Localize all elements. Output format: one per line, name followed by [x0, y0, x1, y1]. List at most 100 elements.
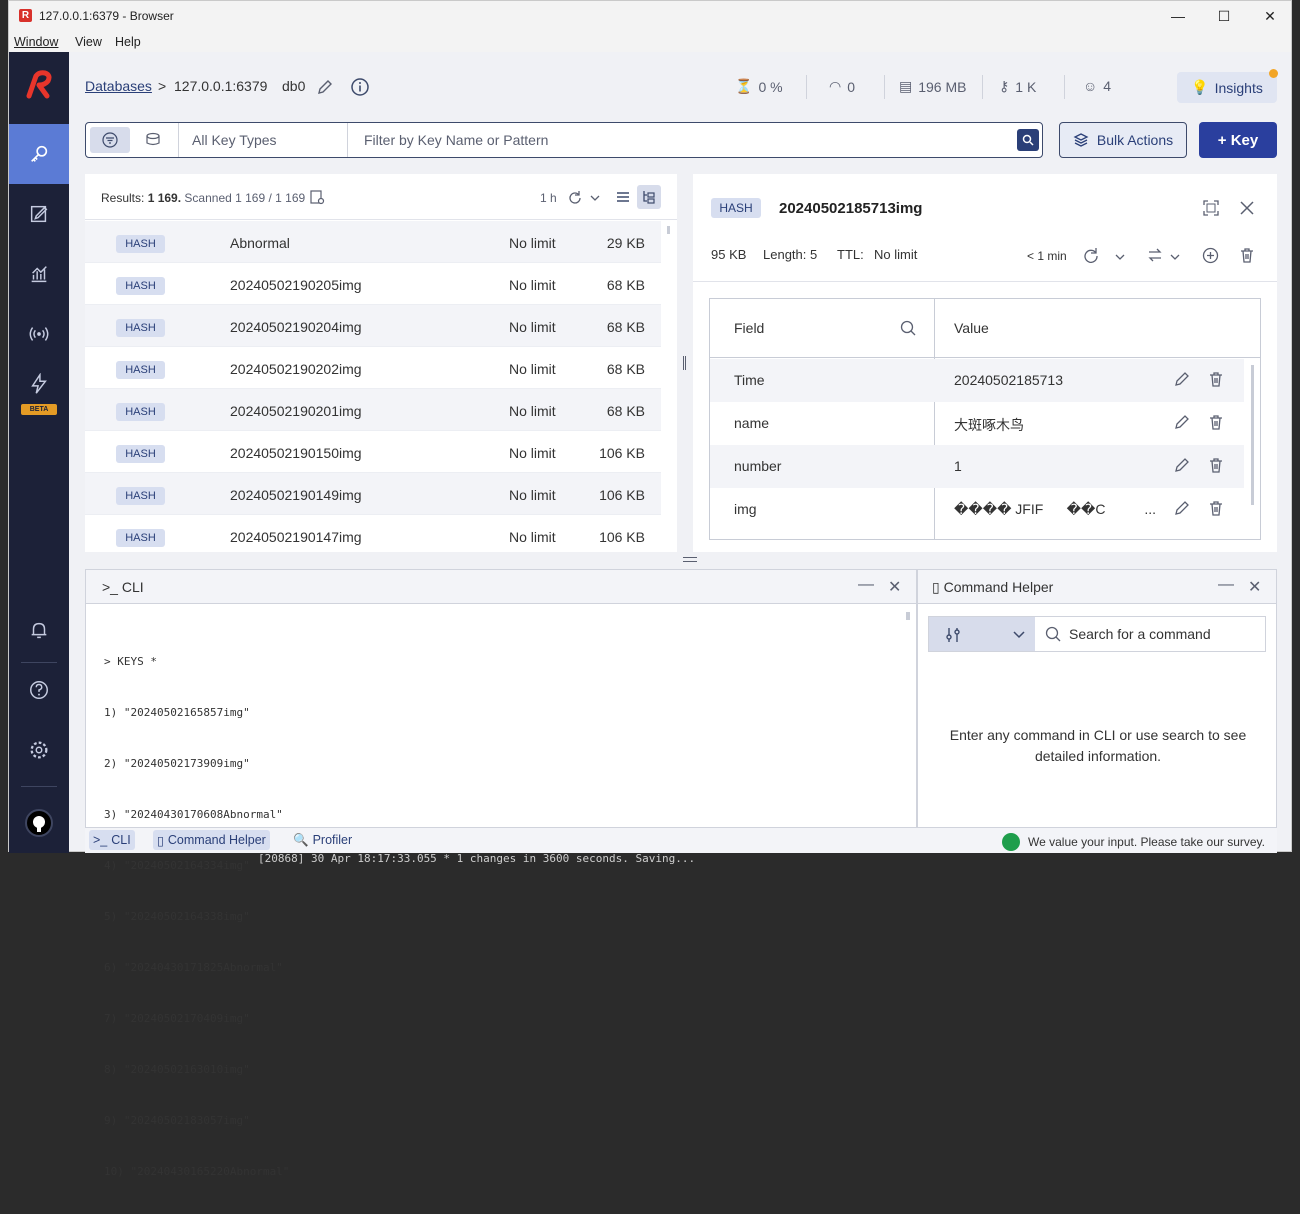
tree-view-button[interactable]	[637, 185, 661, 209]
cli-line: 10) "20240430165220Abnormal"	[104, 1165, 290, 1178]
close-panel-button[interactable]: ✕	[1248, 577, 1261, 597]
type-badge: HASH	[711, 198, 761, 218]
key-ttl: No limit	[509, 235, 556, 251]
redis-logo-icon[interactable]	[23, 70, 55, 100]
trash-icon[interactable]	[1208, 500, 1224, 516]
command-search-input[interactable]	[1069, 623, 1259, 645]
table-row[interactable]: HASH 20240502190150img No limit 106 KB	[85, 431, 661, 473]
detail-length: Length: 5	[763, 247, 818, 262]
panel-resize-handle[interactable]	[683, 356, 686, 370]
table-row[interactable]: HASH Abnormal No limit 29 KB	[85, 221, 661, 263]
bottom-tab-command-helper[interactable]: ▯ Command Helper	[153, 830, 270, 850]
key-size: 68 KB	[606, 319, 645, 335]
table-row[interactable]: HASH 20240502190205img No limit 68 KB	[85, 263, 661, 305]
close-panel-button[interactable]: ✕	[888, 577, 901, 597]
panel-resize-handle-horizontal[interactable]	[683, 557, 697, 562]
terminal-icon: >_	[102, 579, 122, 595]
type-badge: HASH	[116, 445, 165, 463]
book-icon: ▯	[932, 579, 944, 595]
key-size: 106 KB	[599, 445, 645, 461]
main-area: Databases > 127.0.0.1:6379 db0 ⏳ 0 % ◠ 0 ▤…	[69, 52, 1293, 1178]
table-row[interactable]: HASH 20240502190147img No limit 106 KB	[85, 515, 661, 552]
sidebar-item-analysis[interactable]	[9, 244, 69, 304]
bulk-actions-button[interactable]: Bulk Actions	[1059, 122, 1187, 158]
table-row[interactable]: HASH 20240502190201img No limit 68 KB	[85, 389, 661, 431]
sidebar-item-settings[interactable]	[9, 720, 69, 780]
bottom-tab-cli[interactable]: >_ CLI	[89, 830, 135, 850]
table-row[interactable]: HASH 20240502190149img No limit 106 KB	[85, 473, 661, 515]
trash-icon[interactable]	[1208, 371, 1224, 387]
profiler-icon: 🔍	[293, 832, 309, 847]
table-row[interactable]: number 1	[710, 445, 1244, 488]
refresh-icon[interactable]	[568, 190, 582, 204]
sidebar-item-help[interactable]	[9, 660, 69, 720]
menu-window[interactable]: Window	[14, 35, 58, 49]
github-icon[interactable]	[25, 809, 53, 837]
sidebar-item-triggers[interactable]	[9, 364, 69, 404]
scrollbar[interactable]	[667, 226, 670, 234]
insights-button[interactable]: 💡 Insights	[1177, 72, 1277, 103]
results-summary: Results: 1 169. Scanned 1 169 / 1 169	[101, 191, 306, 205]
chevron-down-icon[interactable]	[1115, 253, 1125, 261]
refresh-interval[interactable]: 1 h	[540, 191, 557, 205]
sidebar-item-workbench[interactable]	[9, 184, 69, 244]
search-icon[interactable]	[900, 320, 916, 336]
chevron-down-icon[interactable]	[590, 194, 600, 202]
table-row[interactable]: HASH 20240502190202img No limit 68 KB	[85, 347, 661, 389]
add-key-button[interactable]: + Key	[1199, 122, 1277, 158]
add-field-icon[interactable]	[1202, 247, 1219, 264]
pencil-icon[interactable]	[1174, 371, 1190, 387]
search-index-button[interactable]	[134, 127, 174, 153]
table-row[interactable]: name 大斑啄木鸟	[710, 402, 1244, 445]
sidebar-item-pubsub[interactable]	[9, 304, 69, 364]
pencil-icon[interactable]	[1174, 414, 1190, 430]
cli-line: 6) "20240430171825Abnormal"	[104, 961, 283, 974]
key-pattern-input[interactable]	[364, 124, 1004, 156]
minimize-panel-button[interactable]: —	[1218, 576, 1234, 594]
bottom-tab-profiler[interactable]: 🔍 Profiler	[289, 830, 356, 850]
sidebar-item-browser[interactable]	[9, 124, 69, 184]
scan-settings-icon[interactable]	[309, 189, 325, 205]
command-group-select[interactable]	[929, 617, 1035, 651]
cli-output[interactable]: > KEYS * 1) "20240502165857img" 2) "2024…	[104, 619, 289, 1214]
sidebar-item-notifications[interactable]	[9, 600, 69, 660]
breadcrumb-host: 127.0.0.1:6379	[174, 78, 268, 94]
fullscreen-icon[interactable]	[1203, 200, 1219, 216]
table-row[interactable]: img ���� JFIF ��C ...	[710, 488, 1244, 531]
search-button[interactable]	[1017, 129, 1039, 151]
detail-ttl-value[interactable]: No limit	[874, 247, 917, 262]
pencil-icon[interactable]	[1174, 457, 1190, 473]
menu-help[interactable]: Help	[115, 35, 141, 49]
close-window-button[interactable]: ✕	[1247, 1, 1293, 32]
type-badge: HASH	[116, 277, 165, 295]
info-icon[interactable]	[350, 77, 370, 97]
trash-icon[interactable]	[1208, 414, 1224, 430]
refresh-icon[interactable]	[1083, 247, 1099, 263]
breadcrumb-separator: >	[158, 78, 167, 94]
format-switch-icon[interactable]	[1147, 247, 1163, 263]
maximize-button[interactable]: ☐	[1201, 1, 1247, 32]
pencil-icon[interactable]	[317, 79, 333, 95]
key-size: 68 KB	[606, 403, 645, 419]
hash-value: ���� JFIF ��C ...	[954, 501, 1157, 517]
trash-icon[interactable]	[1239, 247, 1255, 263]
key-list-panel: Results: 1 169. Scanned 1 169 / 1 169 1 …	[85, 174, 677, 552]
menu-view[interactable]: View	[75, 35, 102, 49]
breadcrumb-databases-link[interactable]: Databases	[85, 78, 152, 94]
table-row[interactable]: Time 20240502185713	[710, 359, 1244, 402]
key-type-select[interactable]: All Key Types	[192, 132, 277, 148]
filter-view-button[interactable]	[90, 127, 130, 153]
table-row[interactable]: HASH 20240502190204img No limit 68 KB	[85, 305, 661, 347]
scrollbar[interactable]	[906, 612, 910, 620]
minimize-panel-button[interactable]: —	[858, 576, 874, 594]
close-icon[interactable]	[1240, 201, 1254, 215]
cli-line: > KEYS *	[104, 655, 157, 668]
trash-icon[interactable]	[1208, 457, 1224, 473]
chevron-down-icon[interactable]	[1170, 253, 1180, 261]
pencil-icon[interactable]	[1174, 500, 1190, 516]
list-view-icon[interactable]	[615, 189, 631, 205]
scrollbar[interactable]	[1251, 365, 1254, 505]
minimize-button[interactable]: —	[1155, 1, 1201, 32]
survey-link[interactable]: We value your input. Please take our sur…	[1001, 833, 1265, 851]
filter-icon	[102, 132, 118, 148]
